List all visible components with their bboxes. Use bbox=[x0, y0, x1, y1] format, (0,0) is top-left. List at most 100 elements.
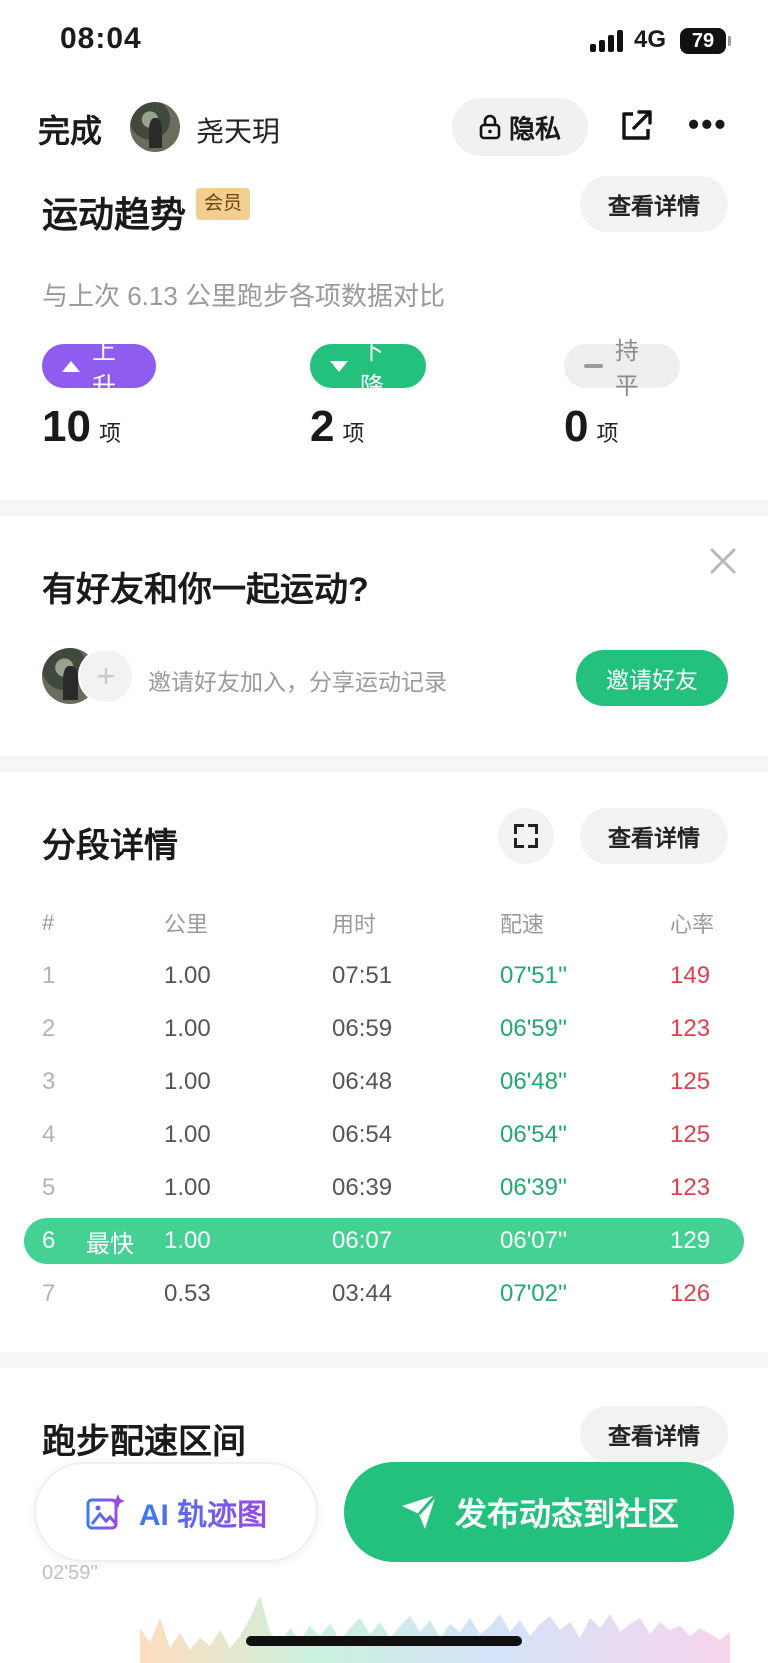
dash-icon bbox=[584, 364, 603, 368]
pace-axis-label: 02'59'' bbox=[42, 1562, 98, 1584]
stat-flat: 持平 0项 bbox=[564, 338, 680, 452]
table-row: 5 1.00 06:39 06'39'' 123 bbox=[0, 1165, 768, 1211]
row-pace: 06'39'' bbox=[500, 1174, 568, 1201]
close-icon[interactable] bbox=[708, 546, 738, 576]
row-heart-rate: 125 bbox=[670, 1121, 711, 1148]
trend-description: 与上次 6.13 公里跑步各项数据对比 bbox=[42, 281, 446, 311]
row-km: 1.00 bbox=[164, 1068, 211, 1095]
stat-down-unit: 项 bbox=[342, 421, 365, 446]
pace-zone-chart bbox=[140, 1596, 730, 1663]
network-type: 4G bbox=[634, 26, 667, 53]
pace-zone-detail-button[interactable]: 查看详情 bbox=[580, 1406, 728, 1462]
stat-up-label: 上升 bbox=[92, 338, 116, 400]
stat-up: 上升 10 项 bbox=[42, 338, 156, 452]
avatar[interactable] bbox=[130, 102, 180, 152]
section-divider bbox=[0, 1352, 768, 1368]
vip-badge: 会员 bbox=[196, 188, 250, 220]
more-icon[interactable]: ••• bbox=[688, 108, 728, 140]
column-header: # bbox=[42, 910, 55, 935]
row-km: 1.00 bbox=[164, 962, 211, 989]
stat-up-badge: 上升 bbox=[42, 338, 156, 400]
triangle-up-icon bbox=[62, 360, 80, 372]
username: 尧天玥 bbox=[196, 116, 281, 147]
row-heart-rate: 123 bbox=[670, 1015, 711, 1042]
row-km: 1.00 bbox=[164, 1121, 211, 1148]
trend-title: 运动趋势 bbox=[42, 194, 187, 235]
publish-button[interactable]: 发布动态到社区 bbox=[344, 1462, 734, 1562]
row-time: 06:48 bbox=[332, 1068, 393, 1095]
signal-icon bbox=[590, 30, 626, 52]
row-pace: 06'48'' bbox=[500, 1068, 568, 1095]
row-heart-rate: 125 bbox=[670, 1068, 711, 1095]
invite-hint: 邀请好友加入，分享运动记录 bbox=[148, 669, 447, 695]
row-index: 4 bbox=[42, 1121, 56, 1148]
pace-zone-title: 跑步配速区间 bbox=[42, 1423, 246, 1461]
column-header: 用时 bbox=[332, 912, 377, 937]
stat-down-label: 下降 bbox=[360, 338, 384, 400]
row-km: 0.53 bbox=[164, 1280, 211, 1307]
row-km: 1.00 bbox=[164, 1174, 211, 1201]
split-detail-button[interactable]: 查看详情 bbox=[580, 808, 728, 864]
table-row: 1 1.00 07:51 07'51'' 149 bbox=[0, 953, 768, 999]
table-row: 7 0.53 03:44 07'02'' 126 bbox=[0, 1271, 768, 1317]
stat-down-badge: 下降 bbox=[310, 338, 426, 400]
top-bar: 完成 尧天玥 隐私 ••• bbox=[0, 92, 768, 162]
row-pace: 07'51'' bbox=[500, 962, 568, 989]
trend-detail-button[interactable]: 查看详情 bbox=[580, 176, 728, 232]
fastest-tag: 最快 bbox=[86, 1230, 134, 1258]
table-row: 2 1.00 06:59 06'59'' 123 bbox=[0, 1006, 768, 1052]
privacy-label: 隐私 bbox=[508, 113, 561, 144]
row-index: 7 bbox=[42, 1280, 56, 1307]
row-time: 06:07 bbox=[332, 1227, 393, 1254]
section-divider bbox=[0, 500, 768, 516]
privacy-button[interactable]: 隐私 bbox=[452, 98, 588, 156]
row-pace: 06'54'' bbox=[500, 1121, 568, 1148]
row-heart-rate: 129 bbox=[670, 1227, 711, 1254]
section-divider bbox=[0, 756, 768, 772]
split-title: 分段详情 bbox=[42, 827, 178, 865]
row-heart-rate: 126 bbox=[670, 1280, 711, 1307]
row-km: 1.00 bbox=[164, 1015, 211, 1042]
row-index: 2 bbox=[42, 1015, 56, 1042]
triangle-down-icon bbox=[330, 360, 348, 372]
ai-track-button[interactable]: AI 轨迹图 bbox=[34, 1462, 318, 1562]
row-index: 3 bbox=[42, 1068, 56, 1095]
fullscreen-button[interactable] bbox=[498, 808, 554, 864]
stat-down: 下降 2项 bbox=[310, 338, 426, 452]
row-index: 5 bbox=[42, 1174, 56, 1201]
send-icon bbox=[401, 1493, 438, 1529]
stat-flat-count: 0 bbox=[564, 402, 589, 451]
stat-up-count: 10 bbox=[42, 402, 91, 451]
row-pace: 07'02'' bbox=[500, 1280, 568, 1307]
done-button[interactable]: 完成 bbox=[38, 106, 102, 152]
stat-down-count: 2 bbox=[310, 402, 335, 451]
ai-track-label: AI 轨迹图 bbox=[139, 1490, 267, 1534]
share-icon[interactable] bbox=[618, 108, 654, 144]
column-header: 公里 bbox=[164, 912, 209, 937]
row-pace: 06'07'' bbox=[500, 1227, 568, 1254]
add-friend-icon[interactable]: + bbox=[78, 648, 134, 704]
row-time: 06:39 bbox=[332, 1174, 393, 1201]
ai-image-icon bbox=[86, 1494, 125, 1530]
row-index: 1 bbox=[42, 962, 56, 989]
friend-title: 有好友和你一起运动? bbox=[42, 571, 369, 609]
publish-label: 发布动态到社区 bbox=[454, 1496, 679, 1532]
stat-flat-unit: 项 bbox=[596, 421, 619, 446]
row-time: 07:51 bbox=[332, 962, 393, 989]
row-heart-rate: 149 bbox=[670, 962, 711, 989]
row-index: 6 bbox=[42, 1227, 56, 1254]
status-bar: 08:04 4G 79 bbox=[0, 0, 768, 84]
table-header: # 公里 用时 配速 心率 bbox=[0, 900, 768, 946]
row-time: 06:59 bbox=[332, 1015, 393, 1042]
lock-icon bbox=[479, 114, 501, 140]
row-pace: 06'59'' bbox=[500, 1015, 568, 1042]
table-row: 4 1.00 06:54 06'54'' 125 bbox=[0, 1112, 768, 1158]
stat-up-unit: 项 bbox=[98, 421, 121, 446]
home-indicator bbox=[246, 1636, 522, 1646]
battery-icon: 79 bbox=[680, 28, 731, 54]
invite-friend-button[interactable]: 邀请好友 bbox=[576, 650, 728, 706]
stat-flat-badge: 持平 bbox=[564, 338, 680, 400]
column-header: 心率 bbox=[670, 912, 715, 937]
table-row: 3 1.00 06:48 06'48'' 125 bbox=[0, 1059, 768, 1105]
column-header: 配速 bbox=[500, 912, 545, 937]
